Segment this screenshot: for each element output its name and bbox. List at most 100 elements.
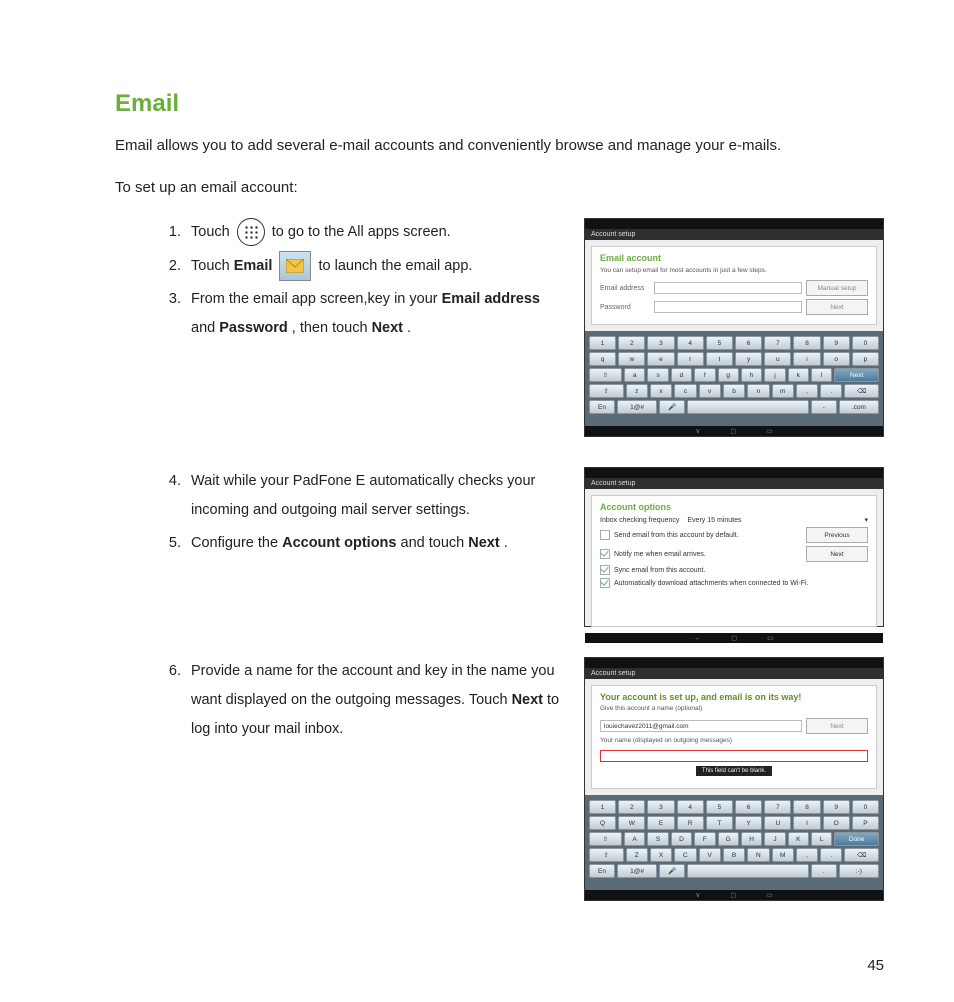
key-R[interactable]: R xyxy=(677,816,704,830)
key-j[interactable]: j xyxy=(764,368,785,382)
key-V[interactable]: V xyxy=(699,848,721,862)
key-done[interactable]: Done xyxy=(834,832,879,846)
key-P[interactable]: P xyxy=(852,816,879,830)
key-sym[interactable]: 1@# xyxy=(617,400,657,414)
recent-icon[interactable]: ▭ xyxy=(766,427,773,435)
key-,[interactable]: , xyxy=(796,848,818,862)
home-icon[interactable]: ◻ xyxy=(730,891,736,899)
key-mic[interactable]: 🎤 xyxy=(659,400,685,414)
key-backspace[interactable]: ⌫ xyxy=(844,848,879,862)
key-U[interactable]: U xyxy=(764,816,791,830)
key-8[interactable]: 8 xyxy=(793,800,820,814)
ss1-navbar[interactable]: ∨ ◻ ▭ xyxy=(585,426,883,436)
ss3-next-btn[interactable]: Next xyxy=(806,718,868,734)
ss2-chk3[interactable] xyxy=(600,565,610,575)
key-h[interactable]: h xyxy=(741,368,762,382)
key-p[interactable]: p xyxy=(852,352,879,366)
key-D[interactable]: D xyxy=(671,832,692,846)
key-A[interactable]: A xyxy=(624,832,645,846)
key-1[interactable]: 1 xyxy=(589,336,616,350)
key-l[interactable]: l xyxy=(811,368,832,382)
key-4[interactable]: 4 xyxy=(677,800,704,814)
ss2-freq-value[interactable]: Every 15 minutes xyxy=(687,517,741,524)
key-0[interactable]: 0 xyxy=(852,800,879,814)
key-e[interactable]: e xyxy=(647,352,674,366)
key-f[interactable]: f xyxy=(694,368,715,382)
key-Q[interactable]: Q xyxy=(589,816,616,830)
key-z[interactable]: z xyxy=(626,384,648,398)
key-N[interactable]: N xyxy=(747,848,769,862)
key-W[interactable]: W xyxy=(618,816,645,830)
key-I[interactable]: I xyxy=(793,816,820,830)
ss2-next-btn[interactable]: Next xyxy=(806,546,868,562)
key-i[interactable]: i xyxy=(793,352,820,366)
key-t[interactable]: t xyxy=(706,352,733,366)
key-B[interactable]: B xyxy=(723,848,745,862)
ss1-input-email[interactable] xyxy=(654,282,802,294)
key-M[interactable]: M xyxy=(772,848,794,862)
key-8[interactable]: 8 xyxy=(793,336,820,350)
key-0[interactable]: 0 xyxy=(852,336,879,350)
key-q[interactable]: q xyxy=(589,352,616,366)
key-w[interactable]: w xyxy=(618,352,645,366)
key-v[interactable]: v xyxy=(699,384,721,398)
ss1-manual-btn[interactable]: Manual setup xyxy=(806,280,868,296)
key-com[interactable]: .com xyxy=(839,400,879,414)
ss3-your-name[interactable] xyxy=(600,750,868,762)
key-o[interactable]: o xyxy=(823,352,850,366)
key-2[interactable]: 2 xyxy=(618,800,645,814)
ss2-chk2[interactable] xyxy=(600,549,610,559)
key-9[interactable]: 9 xyxy=(823,336,850,350)
ss3-navbar[interactable]: ∨ ◻ ▭ xyxy=(585,890,883,900)
key-k[interactable]: k xyxy=(788,368,809,382)
key-mic[interactable]: 🎤 xyxy=(659,864,685,878)
ss2-chk1[interactable] xyxy=(600,530,610,540)
key-E[interactable]: E xyxy=(647,816,674,830)
recent-icon[interactable]: ▭ xyxy=(767,634,774,642)
key-.[interactable]: . xyxy=(820,384,842,398)
key-Y[interactable]: Y xyxy=(735,816,762,830)
ss2-navbar[interactable]: ← ◻ ▭ xyxy=(585,633,883,643)
key-dash[interactable]: - xyxy=(811,400,837,414)
key-shift[interactable]: ⇧ xyxy=(589,848,624,862)
ss1-next-btn[interactable]: Next xyxy=(806,299,868,315)
home-icon[interactable]: ◻ xyxy=(730,427,736,435)
key-u[interactable]: u xyxy=(764,352,791,366)
key-5[interactable]: 5 xyxy=(706,800,733,814)
ss1-keyboard[interactable]: 1234567890 qwertyuiop ⇧ asdfghjkl Next ⇧… xyxy=(585,331,883,426)
key-s[interactable]: s xyxy=(647,368,668,382)
key-m[interactable]: m xyxy=(772,384,794,398)
key-shift[interactable]: ⇧ xyxy=(589,384,624,398)
key-3[interactable]: 3 xyxy=(647,800,674,814)
recent-icon[interactable]: ▭ xyxy=(766,891,773,899)
key-C[interactable]: C xyxy=(674,848,696,862)
home-icon[interactable]: ◻ xyxy=(731,634,737,642)
key-caps[interactable]: ⇧ xyxy=(589,832,622,846)
key-7[interactable]: 7 xyxy=(764,800,791,814)
key-F[interactable]: F xyxy=(694,832,715,846)
key-4[interactable]: 4 xyxy=(677,336,704,350)
key-J[interactable]: J xyxy=(764,832,785,846)
key-6[interactable]: 6 xyxy=(735,336,762,350)
key-T[interactable]: T xyxy=(706,816,733,830)
key-a[interactable]: a xyxy=(624,368,645,382)
key-S[interactable]: S xyxy=(647,832,668,846)
key-sym[interactable]: 1@# xyxy=(617,864,657,878)
key-G[interactable]: G xyxy=(718,832,739,846)
key-O[interactable]: O xyxy=(823,816,850,830)
key-3[interactable]: 3 xyxy=(647,336,674,350)
back-icon[interactable]: ∨ xyxy=(695,891,700,899)
key-K[interactable]: K xyxy=(788,832,809,846)
key-9[interactable]: 9 xyxy=(823,800,850,814)
key-space[interactable] xyxy=(687,400,809,414)
key-6[interactable]: 6 xyxy=(735,800,762,814)
ss2-chk4[interactable] xyxy=(600,578,610,588)
key-L[interactable]: L xyxy=(811,832,832,846)
key-2[interactable]: 2 xyxy=(618,336,645,350)
key-next[interactable]: Next xyxy=(834,368,879,382)
key-backspace[interactable]: ⌫ xyxy=(844,384,879,398)
back-icon[interactable]: ← xyxy=(694,635,701,642)
key-n[interactable]: n xyxy=(747,384,769,398)
back-icon[interactable]: ∨ xyxy=(695,427,700,435)
key-b[interactable]: b xyxy=(723,384,745,398)
